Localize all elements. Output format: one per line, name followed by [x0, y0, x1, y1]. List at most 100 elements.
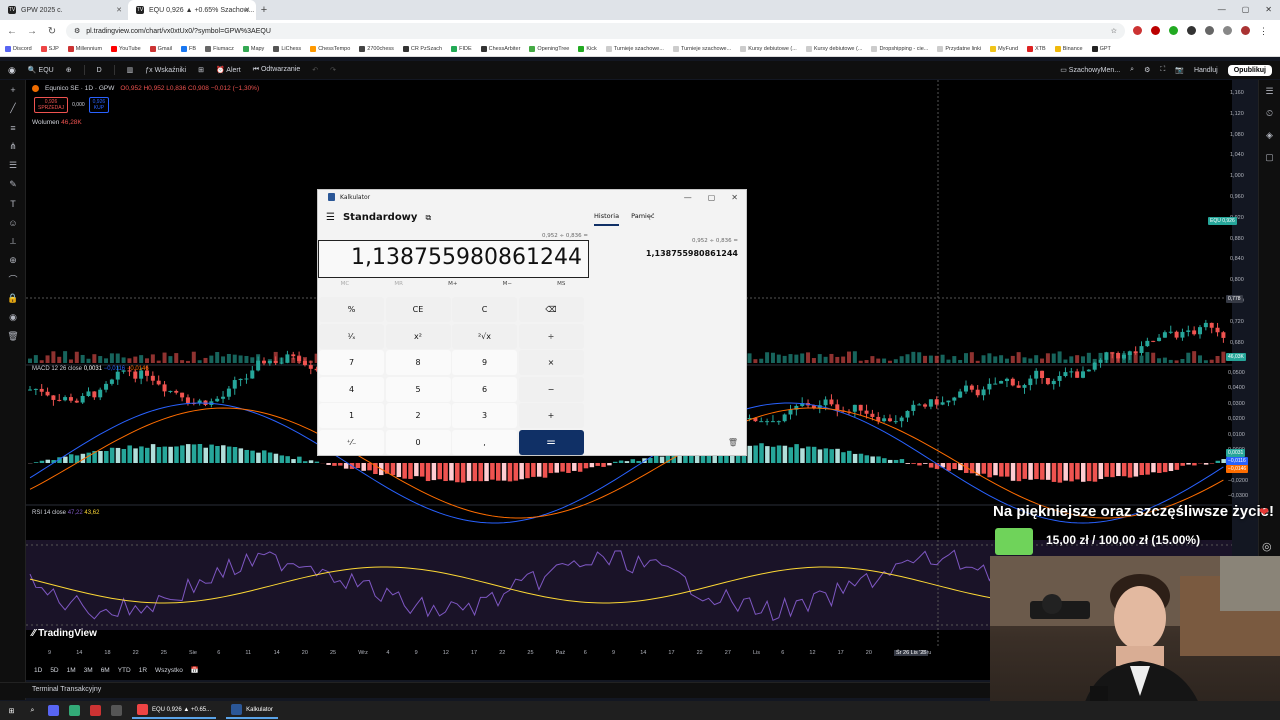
bookmark-13[interactable]: ChessArbiter [480, 46, 520, 52]
layers-icon[interactable]: ◈ [1259, 124, 1280, 146]
extension-icon[interactable] [1169, 25, 1178, 35]
profile-avatar[interactable] [1241, 25, 1250, 35]
publish-button[interactable]: Opublikuj [1227, 64, 1272, 76]
minimize-icon[interactable]: — [684, 193, 692, 202]
chart-type-icon[interactable]: ▥ [127, 66, 134, 74]
trash-icon[interactable]: 🗑 [0, 327, 26, 346]
price-axis[interactable]: 1,160 1,120 1,080 1,040 1,000 0,960 0,920 0,880… [1228, 90, 1256, 360]
ruler-icon[interactable]: ⟂ [0, 232, 26, 251]
bookmark-15[interactable]: Kick [578, 46, 597, 52]
key-5[interactable]: 5 [385, 376, 451, 402]
close-tab-icon[interactable]: ✕ [116, 6, 122, 14]
memory-4[interactable]: MS [557, 281, 565, 295]
key-multiply[interactable]: × [518, 350, 584, 375]
discord-icon[interactable] [48, 705, 59, 716]
snapshot-icon[interactable]: 📷 [1175, 66, 1184, 74]
fullscreen-icon[interactable]: ⛶ [1160, 66, 1165, 74]
memory-3[interactable]: M− [503, 281, 512, 295]
keep-on-top-icon[interactable]: ⧉ [425, 213, 431, 223]
taskbar-calculator[interactable]: Kalkulator [226, 702, 278, 719]
watchlist-icon[interactable]: ☰ [1259, 80, 1280, 102]
key-negate[interactable]: ⁺⁄₋ [319, 429, 384, 455]
browser-tab[interactable]: TV GPW 2025 c. ✕ [0, 0, 128, 20]
zoom-icon[interactable]: ⊕ [0, 251, 26, 270]
bookmark-23[interactable]: XTB [1027, 46, 1046, 52]
bookmark-21[interactable]: Przydatne linki [937, 46, 981, 52]
bookmark-10[interactable]: 2700chess [359, 46, 394, 52]
reload-icon[interactable]: ↻ [46, 26, 58, 37]
symbol-search[interactable]: 🔍 EQU [28, 66, 54, 74]
bookmark-8[interactable]: LiChess [273, 46, 301, 52]
replay-button[interactable]: ⏮ Odtwarzanie [253, 66, 301, 74]
range-1r[interactable]: 1R [139, 667, 147, 674]
tab-history[interactable]: Historia [594, 212, 620, 226]
range-wszystko[interactable]: Wszystko [155, 667, 183, 674]
range-ytd[interactable]: YTD [118, 667, 131, 674]
redo-icon[interactable]: ↷ [330, 66, 336, 74]
forward-icon[interactable]: → [26, 26, 38, 37]
goto-date-icon[interactable]: 📅 [191, 666, 199, 674]
key-square[interactable]: x² [385, 323, 451, 349]
bookmark-star-icon[interactable]: ☆ [1111, 27, 1117, 35]
macd-axis[interactable]: 0,05000,04000,03000,02000,01000,0000−0,0… [1226, 370, 1256, 500]
history-result[interactable]: 1,138755980861244 [638, 249, 738, 258]
visibility-icon[interactable]: ◉ [0, 308, 26, 327]
app-icon[interactable] [69, 705, 80, 716]
close-icon[interactable]: ✕ [731, 193, 738, 202]
key-8[interactable]: 8 [385, 350, 451, 375]
bookmark-24[interactable]: Binance [1054, 46, 1083, 52]
key-divide[interactable]: ÷ [518, 323, 584, 349]
fib-icon[interactable]: ≡ [0, 118, 26, 137]
tradingview-logo[interactable]: ⁄⁄ TradingView [32, 628, 97, 639]
settings-icon[interactable]: ⚙ [1144, 66, 1150, 74]
bookmark-12[interactable]: FIDE [451, 46, 472, 52]
close-window-icon[interactable]: ✕ [1265, 5, 1272, 14]
bookmark-3[interactable]: YouTube [111, 46, 141, 52]
bookmark-4[interactable]: Gmail [149, 46, 172, 52]
tv-menu-icon[interactable]: ◉ [8, 65, 16, 76]
obs-icon[interactable] [90, 705, 101, 716]
key-4[interactable]: 4 [319, 376, 384, 402]
search-icon[interactable]: ⌕ [27, 705, 38, 716]
rsi-legend[interactable]: RSI 14 close 47,22 43,62 [32, 510, 99, 516]
interval-button[interactable]: D [97, 67, 102, 74]
minimize-icon[interactable]: — [1218, 5, 1226, 14]
compare-icon[interactable]: ⊕ [66, 66, 72, 74]
bookmark-22[interactable]: MyFund [990, 46, 1018, 52]
indicators-button[interactable]: ƒx Wskaźniki [145, 67, 186, 74]
site-info-icon[interactable]: ⚙ [74, 27, 80, 35]
calculator-titlebar[interactable]: Kalkulator [318, 190, 746, 204]
macd-legend[interactable]: MACD 12 26 close 0,0031 −0,0116 −0,0146 [32, 366, 149, 372]
symbol-title[interactable]: Equnico SE · 1D · GPW [45, 85, 114, 92]
emoji-icon[interactable]: ☺ [0, 213, 26, 232]
key-2[interactable]: 2 [385, 403, 451, 428]
search-icon[interactable]: ⌕ [1130, 66, 1134, 74]
layout-button[interactable]: ▭ SzachowyMen... [1060, 66, 1120, 74]
magnet-icon[interactable]: ⌒ [0, 270, 26, 289]
memory-2[interactable]: M+ [448, 281, 457, 295]
undo-icon[interactable]: ↶ [312, 66, 318, 74]
templates-icon[interactable]: ⊞ [198, 66, 204, 74]
range-1d[interactable]: 1D [34, 667, 42, 674]
memory-0[interactable]: MC [341, 281, 350, 295]
bookmark-20[interactable]: Dropshipping - cie... [871, 46, 928, 52]
hamburger-menu-icon[interactable]: ☰ [326, 212, 335, 223]
range-3m[interactable]: 3M [84, 667, 93, 674]
menu-dots-icon[interactable]: ⋮ [1259, 26, 1268, 37]
taskbar-chrome[interactable]: EQU 0,926 ▲ +0.65... [132, 702, 217, 719]
bookmark-9[interactable]: ChessTempo [310, 46, 350, 52]
extension-icon[interactable] [1151, 25, 1160, 35]
bookmark-5[interactable]: FB [181, 46, 196, 52]
bookmark-17[interactable]: Turnieje szachowe... [672, 46, 731, 52]
key-sqrt[interactable]: ²√x [452, 323, 517, 349]
range-5d[interactable]: 5D [50, 667, 58, 674]
bookmark-0[interactable]: Discord [5, 46, 32, 52]
bookmark-19[interactable]: Kursy debiutowe (... [805, 46, 862, 52]
key-clear[interactable]: C [452, 297, 517, 322]
range-6m[interactable]: 6M [101, 667, 110, 674]
trade-button[interactable]: Handluj [1194, 67, 1218, 74]
sell-button[interactable]: 0,926 SPRZEDAJ [34, 97, 69, 113]
projection-icon[interactable]: ☰ [0, 156, 26, 175]
alerts-clock-icon[interactable]: ⏲ [1259, 102, 1280, 124]
crosshair-icon[interactable]: + [0, 80, 26, 99]
